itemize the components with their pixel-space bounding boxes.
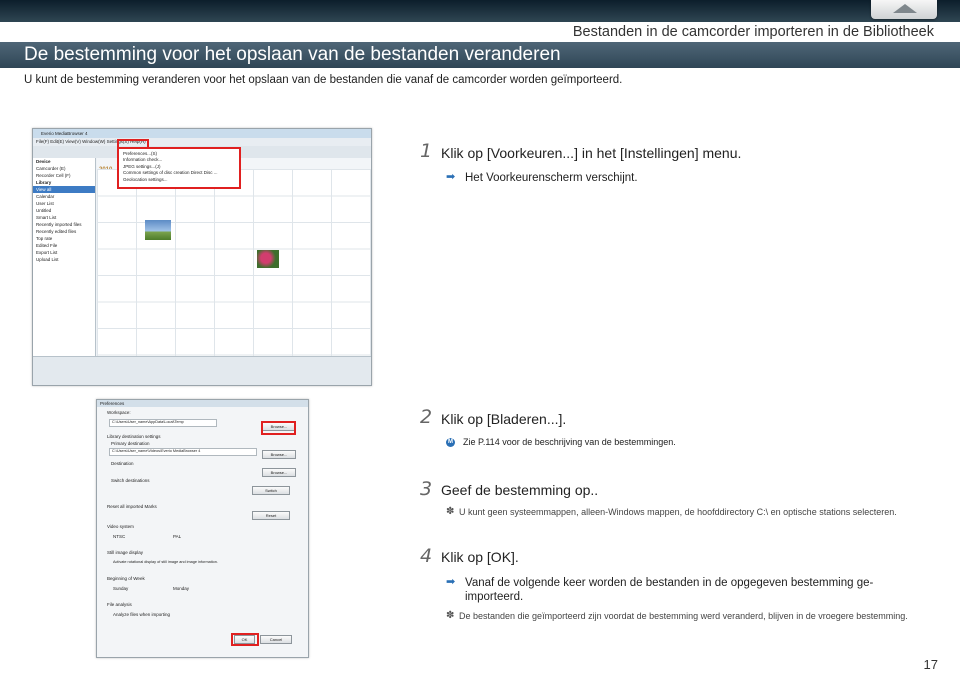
menu-bar: File(F) Edit(E) View(V) Window(W) Settin… bbox=[33, 138, 371, 146]
arrow-right-icon: ➡ bbox=[446, 576, 456, 588]
step-text: Geef de bestemming op.. bbox=[441, 482, 599, 498]
sidebar: Device Camcorder (E) Recorder Cell (F) L… bbox=[33, 158, 96, 373]
sidebar-item: Calendar bbox=[36, 194, 55, 199]
ok-highlight bbox=[231, 633, 259, 646]
bottom-toolbar bbox=[33, 356, 371, 385]
browse-button-3: Browse... bbox=[262, 468, 296, 477]
intro-text: U kunt de bestemming veranderen voor het… bbox=[24, 74, 623, 86]
step-result: Vanaf de volgende keer worden de bestand… bbox=[465, 577, 874, 589]
sidebar-item: Untitled bbox=[36, 208, 52, 213]
library-dest-label: Library destination settings bbox=[107, 434, 161, 439]
destination-label: Destination bbox=[111, 461, 134, 466]
sidebar-item: Camcorder (E) bbox=[36, 166, 66, 171]
sidebar-item: Recently imported files bbox=[36, 222, 82, 227]
step-note: U kunt geen systeemmappen, alleen-Window… bbox=[459, 507, 897, 517]
file-analysis-label: File analysis bbox=[107, 602, 132, 607]
top-bar bbox=[0, 0, 960, 22]
note-asterisk-icon: ✽ bbox=[446, 506, 455, 517]
thumbnail-sky bbox=[145, 220, 171, 240]
step-text: Klik op [Voorkeuren...] in het [Instelli… bbox=[441, 145, 742, 161]
step-number: 3 bbox=[420, 478, 433, 500]
window-title: Everio MediaBrowser 4 bbox=[33, 129, 371, 138]
analyze-option: Analyze files when importing bbox=[113, 612, 171, 617]
step-result-cont: importeerd. bbox=[465, 591, 524, 603]
still-image-label: Still image display bbox=[107, 550, 144, 555]
monday-option: Monday bbox=[173, 586, 190, 591]
calendar-grid bbox=[97, 169, 371, 357]
video-system-label: Video system bbox=[107, 524, 134, 529]
page-number: 17 bbox=[923, 657, 938, 672]
switch-dest-label: Switch destinations bbox=[111, 478, 150, 483]
browse-button-2: Browse... bbox=[262, 450, 296, 459]
reset-button: Reset bbox=[252, 511, 290, 520]
step-number: 1 bbox=[420, 140, 433, 162]
sidebar-item: Export List bbox=[36, 250, 58, 255]
home-triangle-icon bbox=[893, 4, 917, 13]
cancel-button: Cancel bbox=[260, 635, 292, 644]
sidebar-item: Library bbox=[36, 180, 52, 185]
browse-highlight bbox=[261, 421, 296, 435]
switch-button: Switch bbox=[252, 486, 290, 495]
step-text: Klik op [Bladeren...]. bbox=[441, 411, 567, 427]
sidebar-item: Edited File bbox=[36, 243, 58, 248]
preferences-screenshot: Preferences Workspace: C:\Users\User_nam… bbox=[96, 399, 309, 658]
primary-dest-path: C:\Users\User_name\Videos\Everio MediaBr… bbox=[112, 449, 201, 453]
pal-option: PAL bbox=[173, 534, 182, 539]
sidebar-item: Smart List bbox=[36, 215, 57, 220]
sunday-option: Sunday bbox=[113, 586, 129, 591]
rotation-option: Activate rotational display of still ima… bbox=[113, 560, 218, 564]
workspace-label: Workspace: bbox=[107, 410, 131, 415]
settings-dropdown: Preferences...(S) Information check... J… bbox=[117, 147, 241, 189]
step-note: De bestanden die geïmporteerd zijn voord… bbox=[459, 611, 908, 621]
reset-label: Reset all imported Marks bbox=[107, 504, 157, 509]
sidebar-item: Device bbox=[36, 159, 51, 164]
page-title: De bestemming voor het opslaan van de be… bbox=[24, 44, 561, 65]
sidebar-item: Upload List bbox=[36, 257, 59, 262]
sidebar-item: Top rate bbox=[36, 236, 53, 241]
sidebar-item: Recently edited files bbox=[36, 229, 77, 234]
ntsc-option: NTSC bbox=[113, 534, 126, 539]
step-number: 4 bbox=[420, 545, 433, 567]
workspace-path: C:\Users\User_name\AppData\Local\Temp bbox=[112, 420, 184, 424]
primary-dest-label: Primary destination bbox=[111, 441, 150, 446]
step-text: Klik op [OK]. bbox=[441, 549, 519, 565]
mediabrowser-screenshot: Everio MediaBrowser 4 File(F) Edit(E) Vi… bbox=[32, 128, 372, 386]
step-result: Het Voorkeurenscherm verschijnt. bbox=[465, 172, 638, 184]
home-button[interactable] bbox=[871, 0, 937, 19]
thumbnail-flower bbox=[257, 250, 279, 268]
note-asterisk-icon: ✽ bbox=[446, 610, 455, 621]
arrow-right-icon: ➡ bbox=[446, 171, 456, 183]
step-number: 2 bbox=[420, 406, 433, 428]
title-banner: De bestemming voor het opslaan van de be… bbox=[0, 42, 960, 68]
week-label: Beginning of Week bbox=[107, 576, 145, 581]
reference-icon: M bbox=[446, 438, 455, 447]
menu-item: Geolocation settings... bbox=[123, 176, 168, 182]
sidebar-item: View all bbox=[33, 186, 95, 193]
step-reference: Zie P.114 voor de beschrijving van de be… bbox=[463, 437, 676, 447]
sidebar-item: Recorder Cell (F) bbox=[36, 173, 71, 178]
preferences-title: Preferences bbox=[97, 400, 308, 407]
sidebar-item: User List bbox=[36, 201, 54, 206]
breadcrumb: Bestanden in de camcorder importeren in … bbox=[572, 24, 934, 40]
